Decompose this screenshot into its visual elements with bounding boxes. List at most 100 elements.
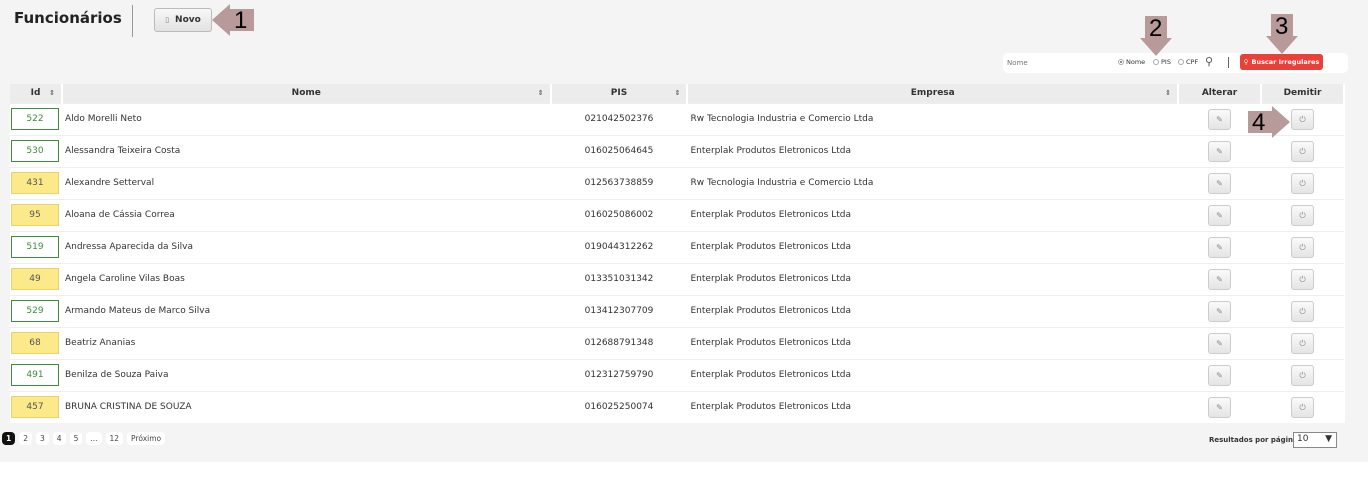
annotation-arrow-2: 2 [1140, 16, 1172, 56]
page-link[interactable]: 3 [36, 432, 49, 445]
dropdown-arrow-icon: ▼ [1325, 434, 1332, 444]
power-icon: ⏻ [1299, 275, 1305, 284]
employee-name: BRUNA CRISTINA DE SOUZA [62, 391, 551, 423]
employee-name: Angela Caroline Vilas Boas [62, 263, 551, 295]
id-badge: 68 [11, 332, 59, 354]
dismiss-button[interactable]: ⏻ [1291, 397, 1314, 418]
edit-button[interactable]: ✎ [1208, 109, 1231, 130]
power-icon: ⏻ [1299, 115, 1305, 124]
radio-pis[interactable]: PIS [1153, 58, 1171, 66]
edit-button[interactable]: ✎ [1208, 237, 1231, 258]
power-icon: ⏻ [1299, 243, 1305, 252]
page-link[interactable]: ... [86, 432, 101, 445]
next-page-link[interactable]: Próximo [127, 432, 165, 445]
search-icon[interactable]: ⚲ [1205, 55, 1213, 68]
employee-company: Enterplak Produtos Eletronicos Ltda [687, 135, 1178, 167]
employee-company: Rw Tecnologia Industria e Comercio Ltda [687, 167, 1178, 199]
column-header-nome[interactable]: Nome⇕ [62, 84, 551, 103]
search-input[interactable] [1007, 56, 1107, 70]
dismiss-button[interactable]: ⏻ [1291, 173, 1314, 194]
employees-table: Id⇕Nome⇕PIS⇕Empresa⇕AlterarDemitir 522 A… [10, 84, 1345, 423]
page-title: Funcionários [14, 9, 122, 27]
document-icon: ▯ [165, 16, 169, 24]
edit-button[interactable]: ✎ [1208, 141, 1231, 162]
edit-button[interactable]: ✎ [1208, 269, 1231, 290]
table-row: 95 Aloana de Cássia Correa 016025086002 … [10, 199, 1344, 231]
sort-icon[interactable]: ⇕ [675, 89, 681, 97]
divider [132, 5, 133, 37]
employee-company: Enterplak Produtos Eletronicos Ltda [687, 327, 1178, 359]
sort-icon[interactable]: ⇕ [538, 89, 544, 97]
pencil-icon: ✎ [1216, 115, 1223, 124]
edit-button[interactable]: ✎ [1208, 205, 1231, 226]
page-link[interactable]: 5 [70, 432, 83, 445]
employee-pis: 016025086002 [551, 199, 688, 231]
pencil-icon: ✎ [1216, 339, 1223, 348]
id-badge: 491 [11, 364, 59, 386]
id-badge: 49 [11, 268, 59, 290]
radio-cpf[interactable]: CPF [1178, 58, 1198, 66]
table-row: 491 Benilza de Souza Paiva 012312759790 … [10, 359, 1344, 391]
pencil-icon: ✎ [1216, 147, 1223, 156]
page-link[interactable]: 1 [2, 432, 15, 445]
table-row: 457 BRUNA CRISTINA DE SOUZA 016025250074… [10, 391, 1344, 423]
employee-company: Enterplak Produtos Eletronicos Ltda [687, 199, 1178, 231]
employee-pis: 013412307709 [551, 295, 688, 327]
dismiss-button[interactable]: ⏻ [1291, 205, 1314, 226]
sort-icon[interactable]: ⇕ [49, 89, 55, 97]
page-link[interactable]: 2 [19, 432, 32, 445]
column-header-empresa[interactable]: Empresa⇕ [687, 84, 1178, 103]
page-size-select[interactable]: 10▼ [1293, 432, 1337, 448]
sort-icon[interactable]: ⇕ [1165, 89, 1171, 97]
employee-name: Armando Mateus de Marco Silva [62, 295, 551, 327]
dismiss-button[interactable]: ⏻ [1291, 269, 1314, 290]
page-size-label: Resultados por página [1209, 436, 1298, 444]
dismiss-button[interactable]: ⏻ [1291, 237, 1314, 258]
employee-name: Alexandre Setterval [62, 167, 551, 199]
new-button[interactable]: ▯Novo [154, 8, 212, 32]
employee-name: Andressa Aparecida da Silva [62, 231, 551, 263]
edit-button[interactable]: ✎ [1208, 397, 1231, 418]
table-row: 522 Aldo Morelli Neto 021042502376 Rw Te… [10, 103, 1344, 135]
page-link[interactable]: 12 [106, 432, 124, 445]
power-icon: ⏻ [1299, 147, 1305, 156]
table-row: 68 Beatriz Ananias 012688791348 Enterpla… [10, 327, 1344, 359]
edit-button[interactable]: ✎ [1208, 365, 1231, 386]
page-link[interactable]: 4 [53, 432, 66, 445]
table-row: 431 Alexandre Setterval 012563738859 Rw … [10, 167, 1344, 199]
power-icon: ⏻ [1299, 211, 1305, 220]
employee-company: Enterplak Produtos Eletronicos Ltda [687, 391, 1178, 423]
edit-button[interactable]: ✎ [1208, 333, 1231, 354]
employee-pis: 021042502376 [551, 103, 688, 135]
id-badge: 529 [11, 300, 59, 322]
annotation-arrow-3: 3 [1266, 14, 1298, 54]
id-badge: 522 [11, 108, 59, 130]
search-icon: ⚲ [1244, 58, 1249, 66]
dismiss-button[interactable]: ⏻ [1291, 141, 1314, 162]
dismiss-button[interactable]: ⏻ [1291, 301, 1314, 322]
employee-name: Aloana de Cássia Correa [62, 199, 551, 231]
column-header-pis[interactable]: PIS⇕ [551, 84, 688, 103]
edit-button[interactable]: ✎ [1208, 301, 1231, 322]
dismiss-button[interactable]: ⏻ [1291, 109, 1314, 130]
column-header-id[interactable]: Id⇕ [10, 84, 62, 103]
pencil-icon: ✎ [1216, 179, 1223, 188]
pencil-icon: ✎ [1216, 307, 1223, 316]
pencil-icon: ✎ [1216, 371, 1223, 380]
edit-button[interactable]: ✎ [1208, 173, 1231, 194]
radio-nome[interactable]: Nome [1118, 58, 1145, 66]
dismiss-button[interactable]: ⏻ [1291, 365, 1314, 386]
search-irregular-button[interactable]: ⚲Buscar Irregulares [1240, 54, 1323, 70]
pencil-icon: ✎ [1216, 243, 1223, 252]
employee-pis: 016025250074 [551, 391, 688, 423]
table-row: 519 Andressa Aparecida da Silva 01904431… [10, 231, 1344, 263]
column-header-alterar: Alterar [1178, 84, 1261, 103]
employee-company: Enterplak Produtos Eletronicos Ltda [687, 295, 1178, 327]
employee-company: Enterplak Produtos Eletronicos Ltda [687, 231, 1178, 263]
employee-pis: 013351031342 [551, 263, 688, 295]
power-icon: ⏻ [1299, 339, 1305, 348]
power-icon: ⏻ [1299, 307, 1305, 316]
employee-pis: 019044312262 [551, 231, 688, 263]
power-icon: ⏻ [1299, 403, 1305, 412]
dismiss-button[interactable]: ⏻ [1291, 333, 1314, 354]
